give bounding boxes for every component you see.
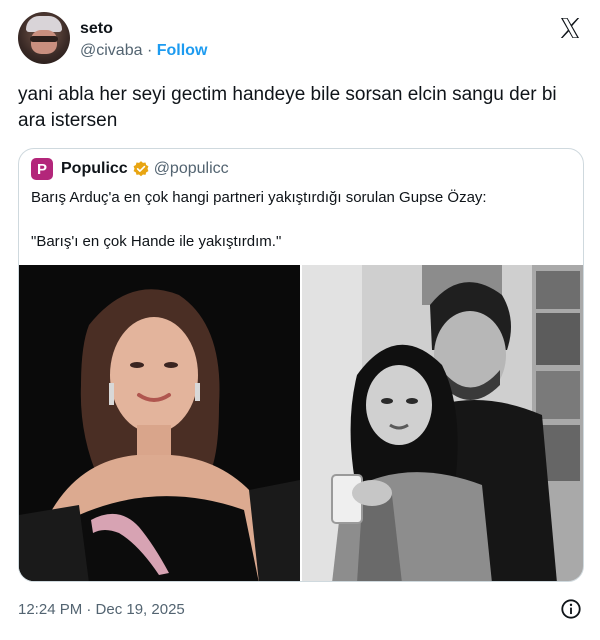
photo-left-illustration [19, 265, 300, 581]
photo-right-illustration [302, 265, 583, 581]
info-icon[interactable] [560, 598, 582, 620]
populicc-logo[interactable]: P [31, 158, 53, 180]
photo-couple-bw[interactable] [302, 265, 583, 581]
verified-badge-icon [133, 161, 149, 177]
author-name[interactable]: seto [80, 20, 113, 38]
quoted-text-line1: Barış Arduç'a en çok hangi partneri yakı… [31, 189, 487, 206]
quoted-author-name[interactable]: Populicc [61, 160, 128, 178]
quoted-text-line2: "Barış'ı en çok Hande ile yakıştırdım." [31, 233, 282, 250]
quoted-header: P Populicc @populicc [31, 157, 229, 181]
tweet-header: seto @civaba · Follow [18, 12, 584, 68]
timestamp[interactable]: 12:24 PM · Dec 19, 2025 [18, 601, 185, 618]
avatar-glasses [30, 36, 58, 42]
quoted-author-handle[interactable]: @populicc [154, 160, 229, 178]
photo-woman-black-dress[interactable] [19, 265, 300, 581]
author-handle-row: @civaba · Follow [80, 42, 207, 60]
quoted-tweet[interactable]: P Populicc @populicc Barış Arduç'a en ço… [18, 148, 584, 582]
tweet-footer: 12:24 PM · Dec 19, 2025 [18, 598, 584, 622]
avatar-face [31, 30, 57, 54]
author-handle[interactable]: @civaba [80, 42, 143, 59]
quoted-media [19, 265, 583, 581]
x-logo-icon[interactable] [558, 16, 582, 40]
follow-button[interactable]: Follow [157, 42, 208, 59]
separator-dot: · [146, 42, 153, 59]
tweet-text: yani abla her seyi gectim handeye bile s… [18, 84, 557, 131]
avatar[interactable] [18, 12, 70, 64]
